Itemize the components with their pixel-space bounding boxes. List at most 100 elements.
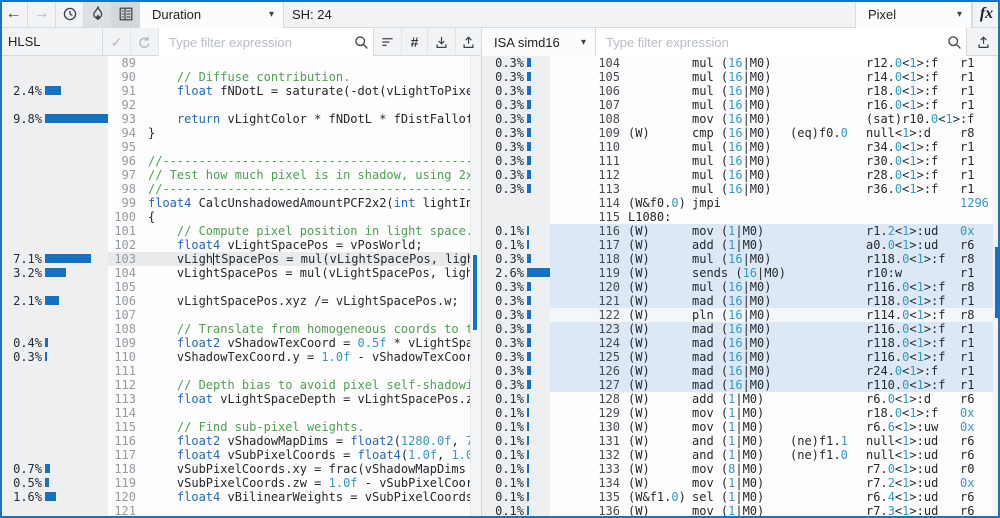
hotspots-toggle-button[interactable] — [84, 0, 112, 28]
asm-line[interactable]: 130(W)mov (1|M0)r6.6<1>:uw0x — [550, 420, 993, 434]
asm-line[interactable]: 135(W&f1.0)sel (1|M0)r6.4<1>:udr6 — [550, 490, 993, 504]
asm-line[interactable]: 126(W)mad (16|M0)r24.0<1>:fr1 — [550, 364, 993, 378]
hlsl-line[interactable]: 95 — [108, 140, 470, 154]
asm-line[interactable]: 106mul (16|M0)r18.0<1>:fr1 — [550, 84, 993, 98]
hlsl-line[interactable]: 102 float4 vLightSpacePos = vPosWorld; — [108, 238, 470, 252]
hlsl-line[interactable]: 114 — [108, 406, 470, 420]
hlsl-search-button[interactable] — [349, 28, 374, 56]
asm-predicate: (W) — [628, 280, 692, 294]
hlsl-line[interactable]: 105 — [108, 280, 470, 294]
history-button[interactable] — [56, 0, 84, 28]
asm-src: r1 — [960, 98, 974, 112]
back-button[interactable]: ← — [0, 0, 28, 28]
hlsl-filter-input[interactable] — [159, 28, 349, 56]
isa-dropdown[interactable]: ISA simd16 ▾ — [482, 28, 596, 56]
hlsl-line[interactable]: 103 vLightSpacePos = mul(vLightSpacePos,… — [108, 252, 470, 266]
asm-line[interactable]: 115L1080: — [550, 210, 993, 224]
percent-bar — [527, 352, 531, 361]
line-number: 108 — [550, 112, 620, 126]
apply-filter-button[interactable]: ✓ — [103, 28, 131, 56]
export-right-button[interactable] — [967, 28, 1000, 56]
hlsl-line[interactable]: 106 vLightSpacePos.xyz /= vLightSpacePos… — [108, 294, 470, 308]
asm-line[interactable]: 118(W)mul (16|M0)r118.0<1>:fr8 — [550, 252, 993, 266]
asm-line[interactable]: 105mul (16|M0)r14.0<1>:fr1 — [550, 70, 993, 84]
hlsl-line[interactable]: 117 float4 vSubPixelCoords = float4(1.0f… — [108, 448, 470, 462]
forward-button[interactable]: → — [28, 0, 56, 28]
line-number: 101 — [108, 224, 136, 238]
asm-line[interactable]: 116(W)mov (1|M0)r1.2<1>:ud0x — [550, 224, 993, 238]
hlsl-line[interactable]: 116 float2 vShadowMapDims = float2(1280.… — [108, 434, 470, 448]
fx-button[interactable]: fx — [972, 0, 1000, 28]
hlsl-line[interactable]: 96//------------------------------------… — [108, 154, 470, 168]
asm-line[interactable]: 111mul (16|M0)r30.0<1>:fr1 — [550, 154, 993, 168]
reset-filter-button[interactable] — [131, 28, 159, 56]
percent-row — [482, 196, 550, 210]
asm-line[interactable]: 107mul (16|M0)r16.0<1>:fr1 — [550, 98, 993, 112]
hlsl-line[interactable]: 112 // Depth bias to avoid pixel self-sh… — [108, 378, 470, 392]
hlsl-line[interactable]: 109 float2 vShadowTexCoord = 0.5f * vLig… — [108, 336, 470, 350]
hlsl-line[interactable]: 119 vSubPixelCoords.zw = 1.0f - vSubPixe… — [108, 476, 470, 490]
asm-line[interactable]: 125(W)mad (16|M0)r116.0<1>:fr1 — [550, 350, 993, 364]
hlsl-line[interactable]: 113 float vLightSpaceDepth = vLightSpace… — [108, 392, 470, 406]
asm-line[interactable]: 129(W)mov (1|M0)r18.0<1>:f0x — [550, 406, 993, 420]
hlsl-line[interactable]: 108 // Translate from homogeneous coords… — [108, 322, 470, 336]
line-numbers-button[interactable]: # — [402, 28, 428, 56]
line-number: 120 — [550, 280, 620, 294]
asm-line[interactable]: 134(W)mov (1|M0)r7.2<1>:ud0x — [550, 476, 993, 490]
metric-dropdown[interactable]: Duration ▾ — [140, 0, 284, 28]
hlsl-line[interactable]: 115 // Find sub-pixel weights. — [108, 420, 470, 434]
hlsl-line[interactable]: 107 — [108, 308, 470, 322]
collapse-lines-button[interactable] — [374, 28, 402, 56]
percent-label: 0.4% — [8, 336, 42, 350]
hlsl-line[interactable]: 93 return vLightColor * fNDotL * fDistFa… — [108, 112, 470, 126]
asm-src: r0 — [960, 462, 974, 476]
asm-line[interactable]: 132(W)and (1|M0)(ne)f1.0null<1>:udr6 — [550, 448, 993, 462]
hlsl-line[interactable]: 92 — [108, 98, 470, 112]
hlsl-line[interactable]: 118 vSubPixelCoords.xy = frac(vShadowMap… — [108, 462, 470, 476]
hlsl-line[interactable]: 100{ — [108, 210, 470, 224]
asm-line[interactable]: 110mul (16|M0)r34.0<1>:fr1 — [550, 140, 993, 154]
asm-line[interactable]: 122(W)pln (16|M0)r114.0<1>:fr8 — [550, 308, 993, 322]
asm-src: 0x — [960, 224, 974, 238]
percent-row: 3.2% — [0, 266, 108, 280]
asm-line[interactable]: 112mul (16|M0)r28.0<1>:fr1 — [550, 168, 993, 182]
hlsl-line[interactable]: 111 — [108, 364, 470, 378]
asm-line[interactable]: 114(W&f0.0)jmpi1296 — [550, 196, 993, 210]
hlsl-scrollbar[interactable] — [470, 56, 481, 518]
percent-row: 0.3% — [482, 378, 550, 392]
hlsl-line[interactable]: 110 vShadowTexCoord.y = 1.0f - vShadowTe… — [108, 350, 470, 364]
asm-line[interactable]: 121(W)mad (16|M0)r118.0<1>:fr1 — [550, 294, 993, 308]
hlsl-line[interactable]: 94} — [108, 126, 470, 140]
asm-line[interactable]: 120(W)mul (16|M0)r116.0<1>:fr8 — [550, 280, 993, 294]
asm-line[interactable]: 119(W)sends (16|M0)r10:wr1 — [550, 266, 993, 280]
asm-line[interactable]: 123(W)mad (16|M0)r116.0<1>:fr1 — [550, 322, 993, 336]
isa-search-button[interactable] — [942, 28, 967, 56]
pane-toolbar: HLSL ✓ # ISA simd16 ▾ — [0, 28, 1000, 56]
hlsl-line[interactable]: 89 — [108, 56, 470, 70]
hlsl-line[interactable]: 97// Test how much pixel is in shadow, u… — [108, 168, 470, 182]
asm-line[interactable]: 109(W)cmp (16|M0)(eq)f0.0null<1>:dr8 — [550, 126, 993, 140]
percent-bar — [527, 86, 531, 95]
hlsl-line[interactable]: 98//------------------------------------… — [108, 182, 470, 196]
isa-filter-input[interactable] — [596, 28, 942, 56]
hlsl-line[interactable]: 99float4 CalcUnshadowedAmountPCF2x2(int … — [108, 196, 470, 210]
hlsl-line[interactable]: 91 float fNDotL = saturate(-dot(vLightTo… — [108, 84, 470, 98]
asm-line[interactable]: 133(W)mov (8|M0)r7.0<1>:udr0 — [550, 462, 993, 476]
asm-line[interactable]: 127(W)mad (16|M0)r110.0<1>:fr1 — [550, 378, 993, 392]
asm-line[interactable]: 104mul (16|M0)r12.0<1>:fr1 — [550, 56, 993, 70]
export-left-button[interactable] — [456, 28, 482, 56]
asm-line[interactable]: 124(W)mad (16|M0)r118.0<1>:fr1 — [550, 336, 993, 350]
hlsl-line[interactable]: 101 // Compute pixel position in light s… — [108, 224, 470, 238]
asm-line[interactable]: 128(W)add (1|M0)r6.0<1>:dr6 — [550, 392, 993, 406]
profile-columns-toggle-button[interactable] — [112, 0, 140, 28]
hlsl-line[interactable]: 90 // Diffuse contribution. — [108, 70, 470, 84]
hlsl-line[interactable]: 120 float4 vBilinearWeights = vSubPixelC… — [108, 490, 470, 504]
asm-line[interactable]: 113mul (16|M0)r36.0<1>:fr1 — [550, 182, 993, 196]
asm-line[interactable]: 131(W)and (1|M0)(ne)f1.1null<1>:udr6 — [550, 434, 993, 448]
asm-line[interactable]: 117(W)add (1|M0)a0.0<1>:udr6 — [550, 238, 993, 252]
asm-line[interactable]: 108mov (16|M0)(sat)r10.0<1>:f — [550, 112, 993, 126]
import-button[interactable] — [428, 28, 456, 56]
hlsl-line[interactable]: 104 vLightSpacePos = mul(vLightSpacePos,… — [108, 266, 470, 280]
stage-dropdown[interactable]: Pixel ▾ — [855, 0, 972, 28]
hlsl-scroll-thumb[interactable] — [473, 255, 477, 330]
